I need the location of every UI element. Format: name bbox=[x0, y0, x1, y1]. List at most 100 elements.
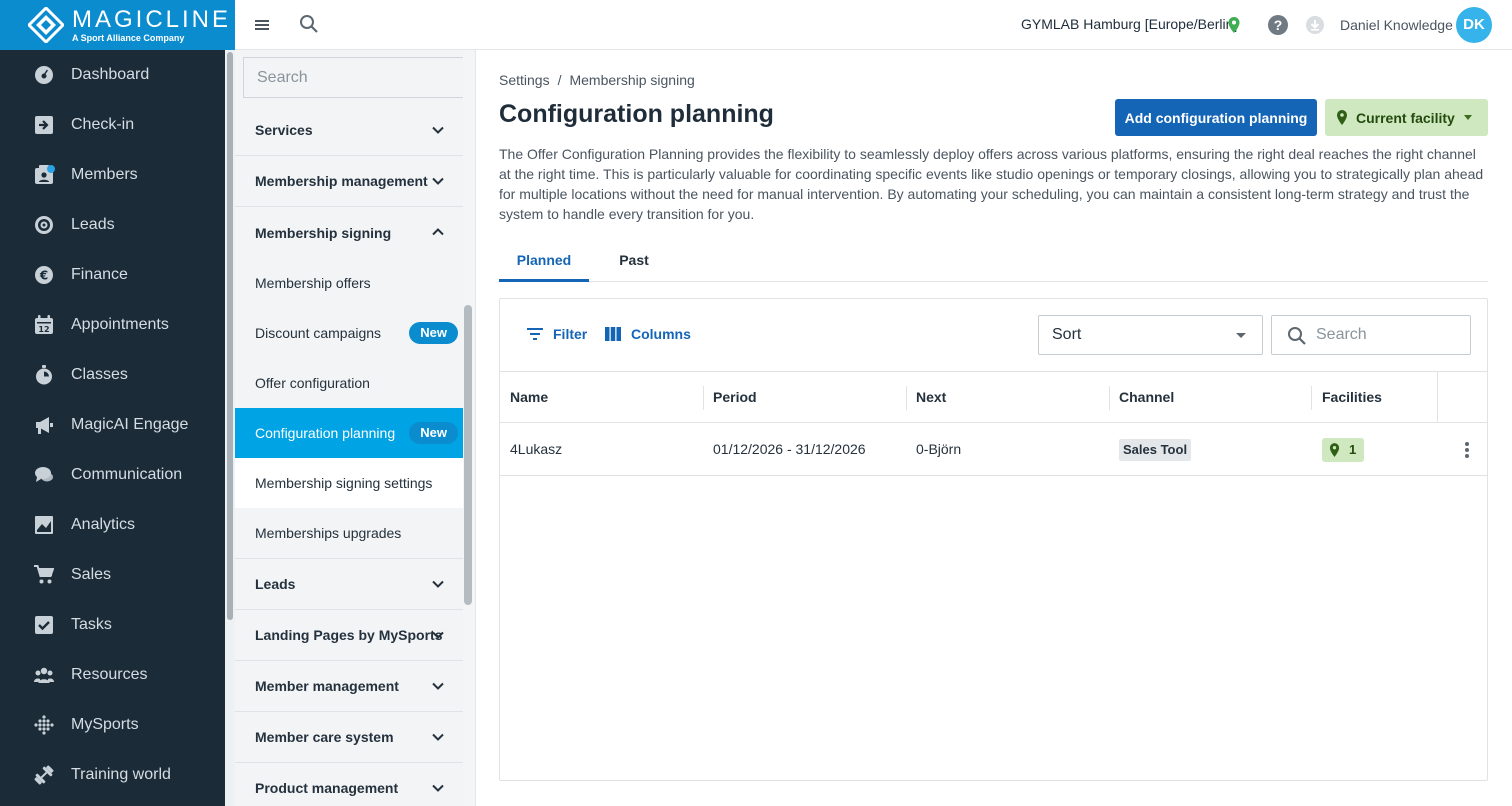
magicline-logo-icon bbox=[26, 5, 66, 45]
nav-item-training-world[interactable]: Training world bbox=[0, 750, 225, 800]
section-label: Product management bbox=[255, 780, 399, 796]
megaphone-icon bbox=[34, 415, 54, 435]
nav-label: MySports bbox=[71, 716, 139, 733]
nav-item-resources[interactable]: Resources bbox=[0, 650, 225, 700]
filter-icon bbox=[527, 328, 543, 340]
nav-item-leads[interactable]: Leads bbox=[0, 200, 225, 250]
table-search-field[interactable] bbox=[1271, 315, 1471, 355]
item-label: Membership offers bbox=[255, 275, 371, 291]
settings-subnav: Services Membership management Membershi… bbox=[235, 50, 466, 806]
tab-planned[interactable]: Planned bbox=[499, 247, 589, 282]
subnav-item-configuration-planning[interactable]: Configuration planning New bbox=[235, 408, 463, 458]
subnav-section-membership-signing[interactable]: Membership signing bbox=[235, 207, 463, 258]
stopwatch-icon bbox=[34, 365, 54, 385]
subnav-search-input[interactable] bbox=[243, 57, 466, 98]
nav-item-check-in[interactable]: Check-in bbox=[0, 100, 225, 150]
nav-label: Check-in bbox=[71, 116, 135, 133]
nav-item-classes[interactable]: Classes bbox=[0, 350, 225, 400]
breadcrumb: Settings / Membership signing bbox=[499, 72, 695, 88]
cell-period: 01/12/2026 - 31/12/2026 bbox=[713, 441, 866, 457]
nav-label: Appointments bbox=[71, 316, 169, 333]
logo-bar[interactable]: MAGICLINE A Sport Alliance Company bbox=[0, 0, 235, 50]
nav-item-magicai-engage[interactable]: MagicAI Engage bbox=[0, 400, 225, 450]
calendar-icon: 12 bbox=[34, 315, 54, 335]
cell-next: 0-Björn bbox=[916, 441, 962, 457]
column-header-period[interactable]: Period bbox=[703, 372, 906, 422]
item-label: Offer configuration bbox=[255, 375, 370, 391]
column-header-next[interactable]: Next bbox=[906, 372, 1109, 422]
breadcrumb-settings[interactable]: Settings bbox=[499, 72, 550, 88]
tabs: Planned Past bbox=[499, 247, 1488, 282]
tab-past[interactable]: Past bbox=[609, 247, 659, 282]
subnav-scrollbar-thumb[interactable] bbox=[464, 305, 472, 605]
nav-item-communication[interactable]: Communication bbox=[0, 450, 225, 500]
page-description: The Offer Configuration Planning provide… bbox=[499, 146, 1484, 222]
subnav-section-leads[interactable]: Leads bbox=[235, 559, 463, 610]
user-name[interactable]: Daniel Knowledge bbox=[1340, 17, 1453, 33]
nav-scrollbar-thumb[interactable] bbox=[227, 52, 233, 620]
subnav-item-membership-offers[interactable]: Membership offers bbox=[235, 258, 463, 308]
filter-button[interactable]: Filter bbox=[527, 326, 587, 342]
facilities-count: 1 bbox=[1349, 442, 1357, 458]
more-options-icon[interactable] bbox=[1458, 441, 1476, 459]
nav-label: Communication bbox=[71, 466, 183, 483]
nav-label: Dashboard bbox=[71, 66, 150, 83]
avatar[interactable]: DK bbox=[1456, 7, 1492, 43]
subnav-section-product-management[interactable]: Product management bbox=[235, 763, 463, 806]
section-label: Landing Pages by MySports bbox=[255, 627, 443, 643]
nav-list: Dashboard Check-in Members Leads € Finan… bbox=[0, 50, 225, 800]
subnav-item-offer-configuration[interactable]: Offer configuration bbox=[235, 358, 463, 408]
table-search-input[interactable] bbox=[1316, 324, 1456, 346]
nav-label: Tasks bbox=[71, 616, 112, 633]
nav-label: Training world bbox=[71, 766, 171, 783]
nav-label: Finance bbox=[71, 266, 128, 283]
help-icon[interactable]: ? bbox=[1268, 15, 1288, 35]
dumbbell-icon bbox=[34, 765, 54, 785]
columns-label: Columns bbox=[631, 326, 691, 342]
subnav-item-discount-campaigns[interactable]: Discount campaigns New bbox=[235, 308, 463, 358]
nav-item-dashboard[interactable]: Dashboard bbox=[0, 50, 225, 100]
nav-item-finance[interactable]: € Finance bbox=[0, 250, 225, 300]
table-row[interactable]: 4Lukasz 01/12/2026 - 31/12/2026 0-Björn … bbox=[500, 423, 1487, 476]
subnav-item-membership-signing-settings[interactable]: Membership signing settings bbox=[235, 458, 463, 508]
add-configuration-planning-button[interactable]: Add configuration planning bbox=[1115, 99, 1317, 136]
current-facility-button[interactable]: Current facility bbox=[1325, 99, 1488, 136]
nav-item-appointments[interactable]: 12 Appointments bbox=[0, 300, 225, 350]
nav-item-mysports[interactable]: MySports bbox=[0, 700, 225, 750]
chat-icon bbox=[34, 465, 54, 485]
facility-selector[interactable]: GYMLAB Hamburg [Europe/Berlin] bbox=[1021, 16, 1237, 32]
item-label: Discount campaigns bbox=[255, 325, 382, 341]
column-header-facilities[interactable]: Facilities bbox=[1312, 372, 1437, 422]
columns-icon bbox=[605, 327, 621, 341]
breadcrumb-membership-signing[interactable]: Membership signing bbox=[569, 72, 694, 88]
cart-icon bbox=[34, 565, 54, 585]
new-badge: New bbox=[409, 422, 458, 444]
nav-item-members[interactable]: Members bbox=[0, 150, 225, 200]
subnav-section-landing-pages[interactable]: Landing Pages by MySports bbox=[235, 610, 463, 661]
nav-item-sales[interactable]: Sales bbox=[0, 550, 225, 600]
search-icon[interactable] bbox=[299, 14, 319, 34]
hamburger-menu-icon[interactable] bbox=[255, 15, 271, 35]
nav-label: Resources bbox=[71, 666, 148, 683]
column-header-channel[interactable]: Channel bbox=[1109, 372, 1312, 422]
nav-item-tasks[interactable]: Tasks bbox=[0, 600, 225, 650]
brand-name: MAGICLINE bbox=[72, 5, 232, 33]
section-label: Member care system bbox=[255, 729, 394, 745]
sort-label: Sort bbox=[1052, 326, 1082, 343]
subnav-section-member-management[interactable]: Member management bbox=[235, 661, 463, 712]
location-pin-icon bbox=[1329, 443, 1340, 458]
top-bar: GYMLAB Hamburg [Europe/Berlin] ? Daniel … bbox=[235, 0, 1512, 50]
subnav-section-services[interactable]: Services bbox=[235, 105, 463, 156]
sort-select[interactable]: Sort bbox=[1038, 315, 1263, 355]
subnav-item-memberships-upgrades[interactable]: Memberships upgrades bbox=[235, 508, 463, 558]
nav-item-analytics[interactable]: Analytics bbox=[0, 500, 225, 550]
chevron-down-icon bbox=[432, 784, 444, 792]
columns-button[interactable]: Columns bbox=[605, 326, 691, 342]
subnav-section-member-care-system[interactable]: Member care system bbox=[235, 712, 463, 763]
column-header-name[interactable]: Name bbox=[500, 372, 703, 422]
download-icon[interactable] bbox=[1306, 16, 1324, 34]
svg-text:12: 12 bbox=[38, 325, 49, 334]
subnav-section-membership-management[interactable]: Membership management bbox=[235, 156, 463, 207]
cell-channel: Sales Tool bbox=[1109, 423, 1192, 475]
facilities-chip[interactable]: 1 bbox=[1322, 438, 1365, 463]
